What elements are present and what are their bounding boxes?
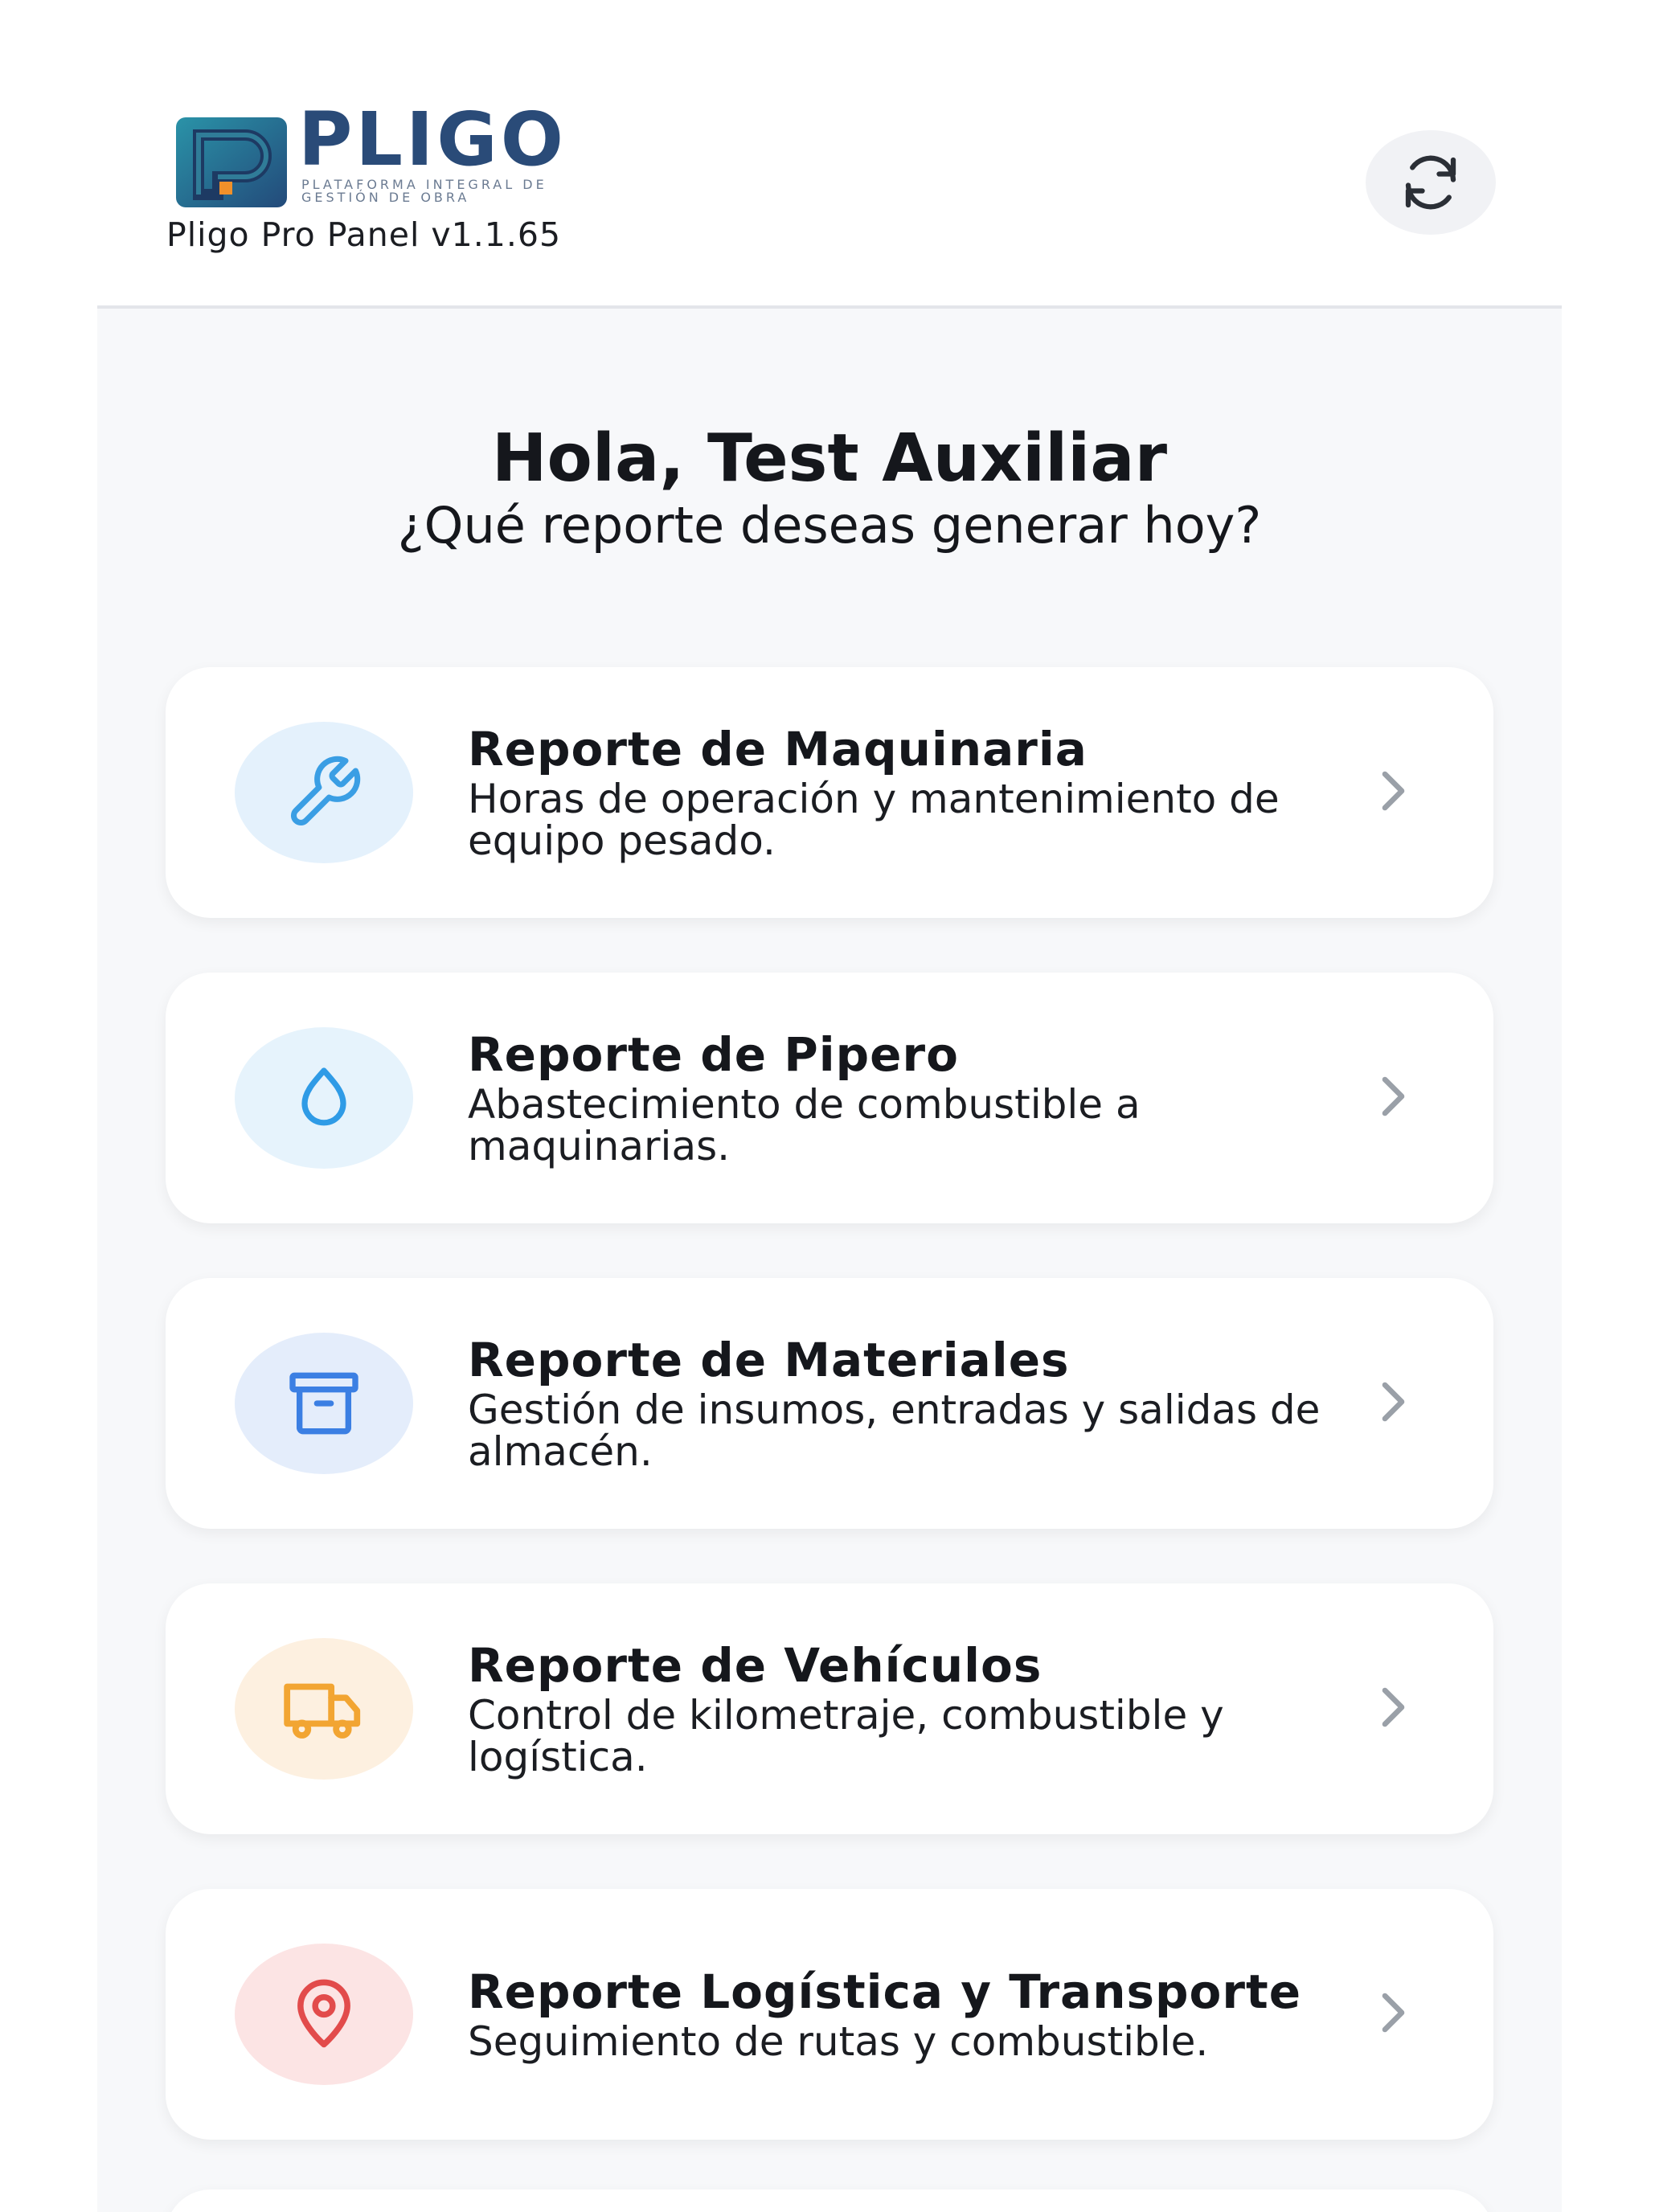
report-card-maquinaria[interactable]: Reporte de Maquinaria Horas de operación… xyxy=(166,667,1493,918)
app-header: PLIGO PLATAFORMA INTEGRAL DE GESTIÓN DE … xyxy=(97,0,1562,309)
report-card-text: Reporte de Vehículos Control de kilometr… xyxy=(468,1583,1352,1834)
report-icon-badge xyxy=(235,1638,413,1780)
report-description: Abastecimiento de combustible a maquinar… xyxy=(468,1081,1141,1170)
chevron-right-icon xyxy=(1382,1076,1405,1116)
report-title: Reporte Logística y Transporte xyxy=(468,1964,1302,2019)
greeting-title: Hola, Test Auxiliar xyxy=(491,420,1168,497)
report-title: Reporte de Vehículos xyxy=(468,1637,1043,1693)
app-version-label: Pligo Pro Panel v1.1.65 xyxy=(166,215,562,254)
pligo-logo: PLIGO PLATAFORMA INTEGRAL DE GESTIÓN DE … xyxy=(176,103,586,211)
report-card-pipero[interactable]: Reporte de Pipero Abastecimiento de comb… xyxy=(166,973,1493,1223)
report-description: Seguimiento de rutas y combustible. xyxy=(468,2018,1209,2066)
report-card-vehiculos[interactable]: Reporte de Vehículos Control de kilometr… xyxy=(166,1583,1493,1834)
report-description: Control de kilometraje, combustible y lo… xyxy=(468,1692,1224,1781)
map-pin-icon xyxy=(297,1979,350,2048)
chevron-right-icon xyxy=(1382,1687,1405,1727)
report-icon-badge xyxy=(235,1944,413,2085)
report-description: Gestión de insumos, entradas y salidas d… xyxy=(468,1387,1321,1476)
wrench-icon xyxy=(290,756,361,826)
truck-icon xyxy=(284,1683,361,1739)
report-menu: Hola, Test Auxiliar ¿Qué reporte deseas … xyxy=(97,309,1562,2212)
app-screen: PLIGO PLATAFORMA INTEGRAL DE GESTIÓN DE … xyxy=(0,0,1659,2212)
droplet-icon xyxy=(301,1067,346,1126)
chevron-right-icon xyxy=(1382,1993,1405,2033)
report-card-text: Reporte de Maquinaria Horas de operación… xyxy=(468,667,1352,918)
report-card-logistica[interactable]: Reporte Logística y Transporte Seguimien… xyxy=(166,1889,1493,2140)
greeting-subtitle: ¿Qué reporte deseas generar hoy? xyxy=(397,496,1262,555)
report-title: Reporte de Pipero xyxy=(468,1026,959,1082)
report-title: Reporte de Materiales xyxy=(468,1332,1070,1387)
refresh-icon xyxy=(1405,155,1456,210)
report-card-text: Reporte de Pipero Abastecimiento de comb… xyxy=(468,973,1352,1223)
archive-box-icon xyxy=(289,1372,358,1435)
report-icon-badge xyxy=(235,722,413,863)
report-card-text: Reporte Logística y Transporte Seguimien… xyxy=(468,1889,1352,2140)
logo-wordmark: PLIGO xyxy=(298,96,567,182)
report-card-text: Reporte de Materiales Gestión de insumos… xyxy=(468,1278,1352,1529)
report-title: Reporte de Maquinaria xyxy=(468,721,1088,776)
chevron-right-icon xyxy=(1382,771,1405,811)
report-icon-badge xyxy=(235,1027,413,1169)
report-icon-badge xyxy=(235,1333,413,1474)
refresh-button[interactable] xyxy=(1366,130,1496,235)
report-card-materiales[interactable]: Reporte de Materiales Gestión de insumos… xyxy=(166,1278,1493,1529)
report-description: Horas de operación y mantenimiento de eq… xyxy=(468,776,1280,865)
report-card-partial[interactable] xyxy=(166,2189,1493,2212)
logo-tagline: PLATAFORMA INTEGRAL DE GESTIÓN DE OBRA xyxy=(301,177,547,205)
pligo-logo-mark-icon xyxy=(176,117,287,207)
chevron-right-icon xyxy=(1382,1382,1405,1422)
